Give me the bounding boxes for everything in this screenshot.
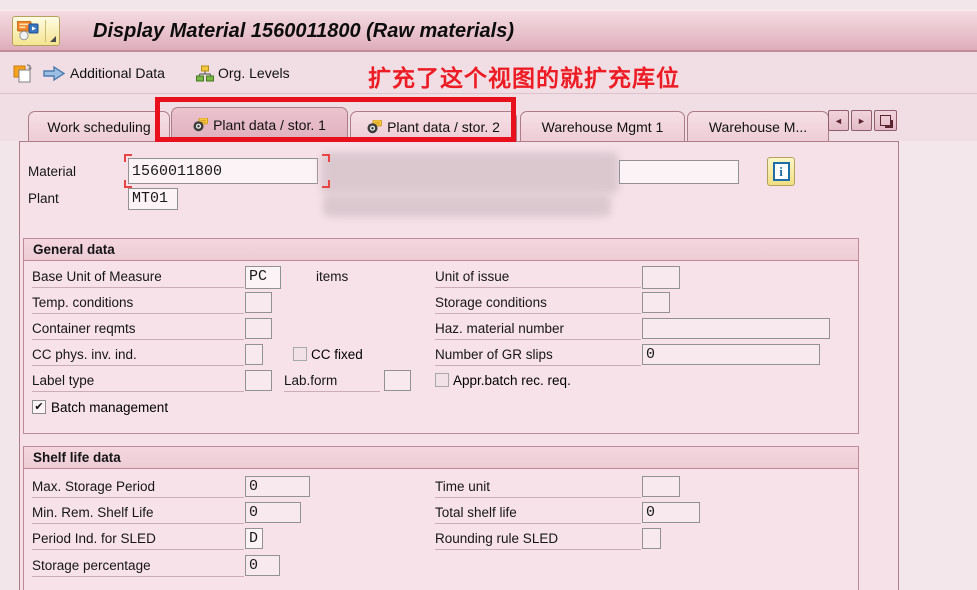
- appr-batch-checkbox[interactable]: [435, 373, 449, 387]
- tab-label: Plant data / stor. 1: [213, 116, 326, 133]
- tab-label: Warehouse M...: [708, 118, 808, 135]
- base-unit-label: Base Unit of Measure: [32, 268, 244, 288]
- cc-phys-inv-input[interactable]: [245, 344, 263, 365]
- tab-plant-data-stor-2[interactable]: Plant data / stor. 2: [350, 111, 517, 141]
- org-levels-label: Org. Levels: [218, 65, 290, 81]
- haz-material-input[interactable]: [642, 318, 830, 339]
- batch-management-checkbox[interactable]: ✔: [32, 400, 46, 414]
- selection-corner-icon: [322, 180, 330, 188]
- general-data-groupbox: General data Base Unit of Measure PC ite…: [23, 238, 859, 434]
- shelf-life-groupbox: Shelf life data Max. Storage Period 0 Ti…: [23, 446, 859, 590]
- tab-warehouse-mgmt-2[interactable]: Warehouse M...: [687, 111, 829, 141]
- check-icon: ✔: [34, 401, 44, 413]
- selection-corner-icon: [124, 180, 132, 188]
- button-divider: [45, 20, 46, 42]
- label-type-label: Label type: [32, 372, 244, 392]
- shelf-life-header: Shelf life data: [24, 447, 858, 469]
- haz-material-label: Haz. material number: [435, 320, 641, 340]
- cc-fixed-checkbox[interactable]: [293, 347, 307, 361]
- batch-management-label: Batch management: [51, 400, 169, 415]
- max-storage-label: Max. Storage Period: [32, 478, 244, 498]
- material-description-input[interactable]: [619, 160, 739, 184]
- storage-wheel-icon: [367, 119, 383, 134]
- tab-scroll-right-button[interactable]: ►: [851, 110, 872, 131]
- left-arrow-icon: ◄: [834, 115, 843, 126]
- tab-overview-icon: [880, 115, 893, 128]
- tab-overview-button[interactable]: [874, 110, 897, 131]
- selection-corner-icon: [124, 154, 132, 162]
- lab-form-input[interactable]: [384, 370, 411, 391]
- redacted-text-block: [323, 194, 611, 217]
- tab-plant-data-stor-1[interactable]: Plant data / stor. 1: [171, 107, 348, 141]
- rounding-rule-label: Rounding rule SLED: [435, 530, 641, 550]
- period-ind-label: Period Ind. for SLED: [32, 530, 244, 550]
- org-chart-icon: [196, 65, 214, 82]
- total-shelf-label: Total shelf life: [435, 504, 641, 524]
- storage-wheel-icon: [193, 117, 209, 132]
- min-rem-label: Min. Rem. Shelf Life: [32, 504, 244, 524]
- blue-arrow-icon: [42, 65, 66, 82]
- max-storage-input[interactable]: 0: [245, 476, 310, 497]
- storage-pct-input[interactable]: 0: [245, 555, 280, 576]
- tab-strip: Work scheduling Plant data / stor. 1 Pla…: [0, 94, 977, 141]
- storage-conditions-label: Storage conditions: [435, 294, 641, 314]
- tab-label: Work scheduling: [47, 118, 151, 135]
- tab-warehouse-mgmt-1[interactable]: Warehouse Mgmt 1: [520, 111, 685, 141]
- dropdown-corner-icon: [50, 36, 56, 42]
- min-rem-input[interactable]: 0: [245, 502, 301, 523]
- paste-button[interactable]: [13, 52, 36, 94]
- unit-of-issue-label: Unit of issue: [435, 268, 641, 288]
- right-arrow-icon: ►: [857, 115, 866, 126]
- temp-conditions-label: Temp. conditions: [32, 294, 244, 314]
- org-levels-button[interactable]: Org. Levels: [196, 52, 290, 94]
- temp-conditions-input[interactable]: [245, 292, 272, 313]
- container-reqmts-label: Container reqmts: [32, 320, 244, 340]
- sap-window: Display Material 1560011800 (Raw materia…: [0, 0, 977, 590]
- gr-slips-label: Number of GR slips: [435, 346, 641, 366]
- period-ind-input[interactable]: D: [245, 528, 263, 549]
- label-type-input[interactable]: [245, 370, 272, 391]
- additional-data-button[interactable]: Additional Data: [42, 52, 165, 94]
- time-unit-label: Time unit: [435, 478, 641, 498]
- tab-scroll-left-button[interactable]: ◄: [828, 110, 849, 131]
- base-unit-input[interactable]: PC: [245, 266, 281, 289]
- tab-label: Plant data / stor. 2: [387, 118, 500, 135]
- redacted-material-description: [321, 152, 619, 194]
- storage-pct-label: Storage percentage: [32, 557, 244, 577]
- plant-label: Plant: [28, 191, 59, 206]
- lab-form-label: Lab.form: [284, 372, 380, 392]
- plant-input[interactable]: MT01: [128, 188, 178, 210]
- selection-corner-icon: [322, 154, 330, 162]
- general-data-header: General data: [24, 239, 858, 261]
- page-title: Display Material 1560011800 (Raw materia…: [93, 20, 514, 42]
- chat-bubbles-icon: [17, 21, 43, 42]
- window-right-margin: [900, 141, 977, 590]
- tab-content-pane: Material 1560011800 i Plant MT01 General…: [19, 141, 899, 590]
- additional-data-label: Additional Data: [70, 65, 165, 81]
- unit-of-issue-input[interactable]: [642, 266, 680, 289]
- info-icon: i: [772, 162, 790, 181]
- tab-label: Warehouse Mgmt 1: [541, 118, 664, 135]
- base-unit-suffix: items: [316, 269, 349, 284]
- application-toolbar: Additional Data Org. Levels 扩充了这个视图的就扩充库…: [0, 52, 977, 94]
- material-label: Material: [28, 164, 77, 179]
- window-menu-button[interactable]: [12, 16, 60, 46]
- title-bar: Display Material 1560011800 (Raw materia…: [0, 10, 977, 52]
- storage-conditions-input[interactable]: [642, 292, 670, 313]
- container-reqmts-input[interactable]: [245, 318, 272, 339]
- time-unit-input[interactable]: [642, 476, 680, 497]
- total-shelf-input[interactable]: 0: [642, 502, 700, 523]
- rounding-rule-input[interactable]: [642, 528, 661, 549]
- cc-phys-inv-label: CC phys. inv. ind.: [32, 346, 244, 366]
- appr-batch-label: Appr.batch rec. req.: [453, 373, 571, 388]
- gr-slips-input[interactable]: 0: [642, 344, 820, 365]
- material-input[interactable]: 1560011800: [128, 158, 318, 184]
- tab-work-scheduling[interactable]: Work scheduling: [28, 111, 170, 141]
- information-button[interactable]: i: [767, 157, 795, 186]
- cc-fixed-label: CC fixed: [311, 347, 363, 362]
- paste-icon: [13, 62, 36, 85]
- red-annotation-text: 扩充了这个视图的就扩充库位: [368, 65, 680, 91]
